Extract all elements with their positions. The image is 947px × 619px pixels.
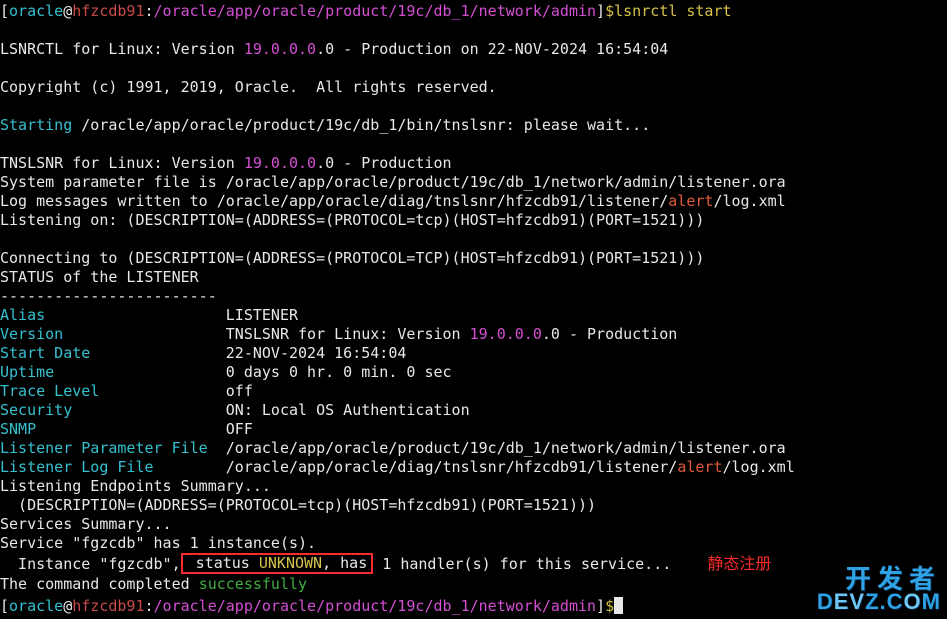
service-line: Service "fgzcdb" has 1 instance(s). (0, 534, 316, 552)
status-unknown-word: UNKNOWN (259, 554, 322, 572)
row-snmp-label: SNMP (0, 420, 226, 438)
cursor[interactable] (614, 597, 623, 614)
prompt2-colon: : (145, 597, 154, 615)
row-start-label: Start Date (0, 344, 226, 362)
prompt2-at: @ (63, 597, 72, 615)
completed-pre: The command completed (0, 575, 199, 593)
command-lsnrctl: lsnrctl start (614, 2, 731, 20)
row-param-value: /oracle/app/oracle/product/19c/db_1/netw… (226, 439, 786, 457)
row-version-post: .0 - Production (542, 325, 677, 343)
prompt-user: oracle (9, 2, 63, 20)
row-version-label: Version (0, 325, 226, 343)
prompt2-dollar: $ (605, 597, 614, 615)
listening-on-line: Listening on: (DESCRIPTION=(ADDRESS=(PRO… (0, 211, 704, 229)
connecting-line: Connecting to (DESCRIPTION=(ADDRESS=(PRO… (0, 249, 704, 267)
prompt-host: hfzcdb91 (72, 2, 144, 20)
starting-path: /oracle/app/oracle/product/19c/db_1/bin/… (72, 116, 650, 134)
row-alias-value: LISTENER (226, 306, 298, 324)
lsnrctl-header-post: .0 - Production on 22-NOV-2024 16:54:04 (316, 40, 668, 58)
status-unknown-box: status UNKNOWN, has (181, 553, 374, 574)
row-snmp-value: OFF (226, 420, 253, 438)
row-log-pre: /oracle/app/oracle/diag/tnslsnr/hfzcdb91… (226, 458, 678, 476)
prompt-bracket: [ (0, 2, 9, 20)
status-unknown-post: , has (322, 554, 367, 572)
prompt2-bracket: [ (0, 597, 9, 615)
instance-pre: Instance "fgzcdb", (0, 555, 181, 573)
row-uptime-value: 0 days 0 hr. 0 min. 0 sec (226, 363, 452, 381)
logmsg-pre: Log messages written to /oracle/app/orac… (0, 192, 668, 210)
tnslsnr-header-pre: TNSLSNR for Linux: Version (0, 154, 244, 172)
lsnrctl-header-pre: LSNRCTL for Linux: Version (0, 40, 244, 58)
logmsg-alert: alert (668, 192, 713, 210)
status-unknown-pre: status (187, 554, 259, 572)
row-log-post: /log.xml (722, 458, 794, 476)
logmsg-post: /log.xml (713, 192, 785, 210)
sys-param-line: System parameter file is /oracle/app/ora… (0, 173, 786, 191)
instance-rest: 1 handler(s) for this service... (373, 555, 671, 573)
endpoint-1: (DESCRIPTION=(ADDRESS=(PROTOCOL=tcp)(HOS… (0, 496, 596, 514)
row-log-label: Listener Log File (0, 458, 226, 476)
row-version-ver: 19.0.0.0 (470, 325, 542, 343)
row-security-label: Security (0, 401, 226, 419)
completed-word: successfully (199, 575, 307, 593)
dashes: ------------------------ (0, 287, 217, 305)
row-param-label: Listener Parameter File (0, 439, 226, 457)
row-start-value: 22-NOV-2024 16:54:04 (226, 344, 407, 362)
prompt2-host: hfzcdb91 (72, 597, 144, 615)
prompt-dollar: $ (605, 2, 614, 20)
row-trace-label: Trace Level (0, 382, 226, 400)
prompt2-path: /oracle/app/oracle/product/19c/db_1/netw… (154, 597, 597, 615)
services-header: Services Summary... (0, 515, 172, 533)
prompt2-user: oracle (9, 597, 63, 615)
starting-label: Starting (0, 116, 72, 134)
prompt-colon: : (145, 2, 154, 20)
row-alias-label: Alias (0, 306, 226, 324)
terminal-output[interactable]: [oracle@hfzcdb91:/oracle/app/oracle/prod… (0, 0, 947, 616)
status-header: STATUS of the LISTENER (0, 268, 199, 286)
prompt-at: @ (63, 2, 72, 20)
row-version-pre: TNSLSNR for Linux: Version (226, 325, 470, 343)
prompt-path: /oracle/app/oracle/product/19c/db_1/netw… (154, 2, 597, 20)
endpoints-header: Listening Endpoints Summary... (0, 477, 271, 495)
prompt-bracket-close: ] (596, 2, 605, 20)
row-trace-value: off (226, 382, 253, 400)
row-security-value: ON: Local OS Authentication (226, 401, 470, 419)
annotation-static-register: 静态注册 (707, 550, 771, 574)
row-uptime-label: Uptime (0, 363, 226, 381)
tnslsnr-version: 19.0.0.0 (244, 154, 316, 172)
tnslsnr-header-post: .0 - Production (316, 154, 451, 172)
lsnrctl-header-version: 19.0.0.0 (244, 40, 316, 58)
prompt2-bracket-close: ] (596, 597, 605, 615)
row-log-alert: alert (677, 458, 722, 476)
copyright-line: Copyright (c) 1991, 2019, Oracle. All ri… (0, 78, 497, 96)
